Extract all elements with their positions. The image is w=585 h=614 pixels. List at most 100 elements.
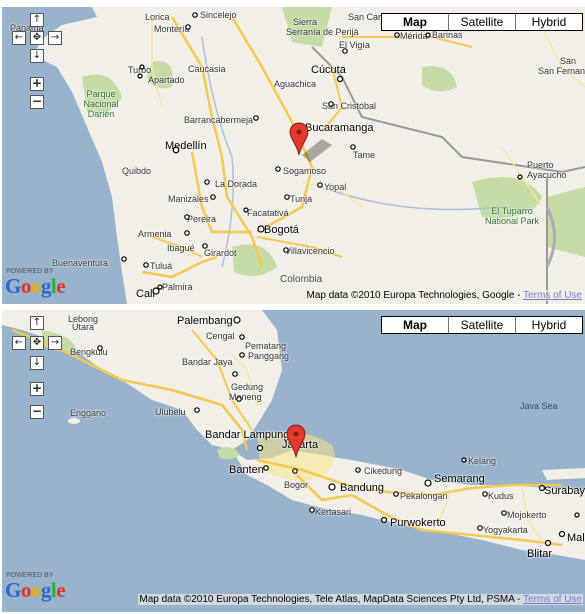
logo-letter: G	[5, 274, 21, 298]
pan-center-button[interactable]: ✥	[30, 336, 44, 350]
google-logo[interactable]: Google	[5, 578, 66, 603]
logo-letter: e	[56, 578, 66, 602]
map-label: Pekalongan	[400, 491, 448, 501]
map-colombia[interactable]: Panamá Lorica Sincelejo Montería Sierra …	[2, 7, 585, 304]
zoom-out-button[interactable]: −	[30, 95, 44, 109]
map-label: Medellín	[165, 140, 207, 152]
map-label: Villavicencio	[285, 246, 335, 256]
map-label: Barinas	[432, 30, 463, 40]
map-pan-zoom-control: ↑ ← ✥ → ↓ + −	[8, 316, 68, 426]
map-label: Cengal	[206, 331, 235, 341]
map-label: Girardot	[204, 248, 237, 258]
attribution-text: Map data ©2010 Europa Technologies, Goog…	[306, 290, 524, 301]
pan-right-button[interactable]: →	[48, 31, 62, 45]
map-label: San Fernando	[538, 66, 585, 76]
map-label: Barrancabermeja	[184, 115, 254, 125]
pan-left-button[interactable]: ←	[12, 336, 26, 350]
map-type-hybrid-button[interactable]: Hybrid	[515, 317, 582, 333]
map-label: Quibdo	[122, 166, 152, 176]
map-label: Mojokerto	[507, 510, 547, 520]
map-label: El Tuparro National Park	[484, 206, 540, 226]
map-java[interactable]: Lebong Utara Bengkulu Palembang Cengal P…	[2, 310, 585, 612]
map-label: Kudus	[488, 491, 514, 501]
map-label: Tunja	[290, 194, 313, 204]
map-label: Bandar Lampung	[205, 429, 290, 441]
map-type-satellite-button[interactable]: Satellite	[448, 317, 515, 333]
map-label: Facatativá	[247, 208, 289, 218]
map-label: Bengkulu	[70, 347, 108, 357]
map-label: San	[560, 56, 577, 66]
map-type-control: Map Satellite Hybrid	[381, 316, 583, 334]
map-label: Bogotá	[264, 224, 299, 236]
map-label: Aguachica	[274, 79, 317, 89]
map-label: Bogor	[284, 480, 309, 490]
location-marker-icon[interactable]	[286, 424, 306, 458]
zoom-in-button[interactable]: +	[30, 77, 44, 91]
map-label: Gedung	[231, 382, 264, 392]
map-label: Buenaventura	[52, 258, 109, 268]
map-label: Serranía de Perijá	[286, 27, 359, 37]
zoom-in-button[interactable]: +	[30, 382, 44, 396]
map-label: La Dorada	[215, 179, 258, 189]
map-label: Tame	[353, 150, 376, 160]
logo-letter: o	[20, 578, 32, 602]
pan-up-button[interactable]: ↑	[30, 13, 44, 27]
map-label: Pereira	[187, 214, 217, 224]
terms-of-use-link[interactable]: Terms of Use	[523, 594, 582, 605]
map-label: Utara	[72, 322, 95, 332]
map-label: Mérida	[400, 31, 428, 41]
logo-letter: o	[30, 578, 42, 602]
map-label: Bandar Jaya	[182, 357, 233, 367]
pan-left-button[interactable]: ←	[12, 31, 26, 45]
logo-letter: e	[56, 274, 66, 298]
map-attribution: Map data ©2010 Europa Technologies, Goog…	[305, 290, 583, 301]
map-label: San Cristóbal	[322, 101, 377, 111]
logo-letter: G	[5, 578, 21, 602]
map-type-control: Map Satellite Hybrid	[381, 13, 583, 31]
map-type-satellite-button[interactable]: Satellite	[448, 14, 515, 30]
map-label: Mal	[567, 532, 585, 544]
map-label: Pematang	[245, 341, 287, 351]
location-marker-icon[interactable]	[289, 122, 309, 156]
map-label: Purwokerto	[390, 517, 446, 529]
map-label: Cali	[136, 288, 155, 300]
pan-down-button[interactable]: ↓	[30, 356, 44, 370]
map-type-map-button[interactable]: Map	[382, 317, 448, 333]
map-label: Meneng	[229, 392, 262, 402]
logo-letter: o	[30, 274, 42, 298]
map-label: Colombia	[280, 274, 323, 285]
map-type-map-button[interactable]: Map	[382, 14, 448, 30]
map-label: Kertasari	[315, 507, 352, 517]
map-pan-zoom-control: ↑ ← ✥ → ↓ + −	[8, 13, 68, 123]
logo-letter: o	[20, 274, 32, 298]
map-type-hybrid-button[interactable]: Hybrid	[515, 14, 582, 30]
attribution-text: Map data ©2010 Europa Technologies, Tele…	[139, 594, 524, 605]
pan-down-button[interactable]: ↓	[30, 49, 44, 63]
map-label: Tuluá	[150, 261, 173, 271]
map-label: Sogamoso	[283, 166, 327, 176]
map-label: Yopal	[324, 182, 347, 192]
zoom-out-button[interactable]: −	[30, 405, 44, 419]
pan-up-button[interactable]: ↑	[30, 316, 44, 330]
map-label: Enggano	[70, 408, 107, 418]
map-label: Sierra	[293, 17, 318, 27]
map-label: Cikedung	[364, 466, 403, 476]
map-label: Lorica	[145, 12, 170, 22]
terms-of-use-link[interactable]: Terms of Use	[523, 290, 582, 301]
map-label: El Vigía	[339, 40, 370, 50]
map-label: Caucasia	[188, 64, 226, 74]
map-label: Armenia	[138, 229, 172, 239]
map-label: Puerto Ayacucho	[527, 160, 567, 180]
map-label: Montería	[154, 24, 190, 34]
map-label: Ibagué	[167, 243, 195, 253]
map-attribution: Map data ©2010 Europa Technologies, Tele…	[138, 594, 583, 605]
map-label: Cúcuta	[311, 64, 346, 76]
map-label: Banten	[229, 464, 264, 476]
map-label: Turbo	[128, 65, 152, 75]
map-label: Java Sea	[520, 401, 558, 411]
google-logo[interactable]: Google	[5, 274, 66, 299]
pan-center-button[interactable]: ✥	[30, 31, 44, 45]
map-label: Bucaramanga	[305, 122, 374, 134]
pan-right-button[interactable]: →	[48, 336, 62, 350]
map-label: Yogyakarta	[483, 525, 528, 535]
